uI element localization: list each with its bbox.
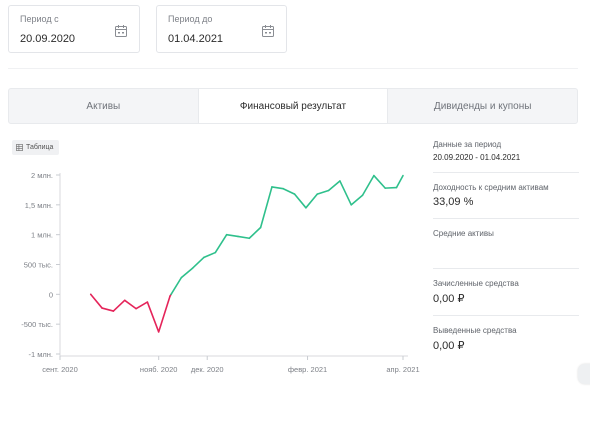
y-tick-label: -500 тыс. — [21, 320, 53, 329]
series-segment — [214, 233, 228, 254]
date-to-label: Период до — [168, 14, 213, 24]
y-tick-label: 0 — [49, 290, 53, 299]
series-segment — [282, 187, 296, 195]
series-segment — [203, 251, 217, 259]
series-segment — [373, 174, 387, 189]
x-tick-label: февр. 2021 — [288, 365, 327, 374]
series-segment — [146, 301, 160, 333]
series-segment — [339, 180, 353, 206]
withdrawn-value: 0,00 ₽ — [433, 340, 465, 352]
series-segment — [101, 307, 115, 312]
series-segment — [305, 193, 319, 209]
date-to-field[interactable]: Период до 01.04.2021 — [156, 5, 287, 53]
financial-result-chart: 2 млн. 1,5 млн. 1 млн. 500 тыс. 0 -500 тыс. -1… — [21, 171, 419, 374]
divider — [433, 218, 579, 219]
series-segment — [259, 186, 273, 229]
series-segment — [89, 293, 103, 309]
y-tick-label: 2 млн. — [31, 171, 53, 180]
calendar-icon[interactable] — [261, 24, 275, 38]
table-view-label: Таблица — [26, 144, 54, 151]
series-segment — [384, 186, 398, 189]
x-tick-label: апр. 2021 — [386, 365, 419, 374]
yield-label: Доходность к средним активам — [433, 183, 549, 192]
credited-value: 0,00 ₽ — [433, 293, 465, 305]
series-segment — [395, 174, 404, 189]
tab-financial-result[interactable]: Финансовый результат — [197, 89, 389, 123]
series-segment — [170, 276, 183, 296]
calendar-icon[interactable] — [114, 24, 128, 38]
series-segment — [225, 233, 239, 238]
y-tick-label: 1 млн. — [31, 231, 53, 240]
series-segment — [135, 301, 149, 310]
date-to-value[interactable]: 01.04.2021 — [168, 33, 223, 45]
series-segment — [123, 299, 137, 310]
series-segment — [157, 295, 171, 333]
withdrawn-label: Выведенные средства — [433, 326, 517, 335]
scroll-handle[interactable] — [578, 364, 590, 384]
date-from-value[interactable]: 20.09.2020 — [20, 33, 75, 45]
tab-assets[interactable]: Активы — [9, 89, 198, 123]
yield-value: 33,09 % — [433, 196, 474, 208]
period-value: 20.09.2020 - 01.04.2021 — [433, 153, 521, 162]
y-tick-label: 1,5 млн. — [25, 201, 53, 210]
credited-label: Зачисленные средства — [433, 279, 519, 288]
tab-dividends-coupons[interactable]: Дивиденды и купоны — [388, 89, 577, 123]
x-tick-label: нояб. 2020 — [140, 365, 178, 374]
period-label: Данные за период — [433, 140, 502, 149]
divider — [433, 172, 579, 173]
divider — [8, 68, 578, 69]
series-segment — [180, 267, 194, 279]
x-tick-label: сент. 2020 — [42, 365, 78, 374]
series-segment — [316, 189, 330, 195]
divider — [433, 268, 579, 269]
y-tick-label: -1 млн. — [28, 350, 53, 359]
y-tick-label: 500 тыс. — [24, 261, 53, 270]
series-segment — [237, 235, 251, 240]
summary-panel: Данные за период 20.09.2020 - 01.04.2021… — [433, 140, 583, 352]
series-segment — [112, 299, 126, 312]
avg-assets-label: Средние активы — [433, 229, 494, 238]
table-view-button[interactable]: Таблица — [12, 140, 60, 155]
series-segment — [350, 194, 364, 206]
series-segment — [361, 174, 375, 197]
table-icon — [16, 144, 23, 151]
series-segment — [191, 256, 205, 269]
tab-bar: Активы Финансовый результат Дивиденды и … — [8, 88, 578, 124]
avg-assets-value — [433, 242, 583, 256]
series-segment — [293, 193, 307, 209]
x-tick-label: дек. 2020 — [191, 365, 224, 374]
series-segment — [248, 226, 262, 240]
date-from-label: Период с — [20, 14, 59, 24]
series-segment — [271, 186, 285, 190]
date-from-field[interactable]: Период с 20.09.2020 — [8, 5, 140, 53]
series-segment — [327, 180, 341, 192]
divider — [433, 315, 579, 316]
